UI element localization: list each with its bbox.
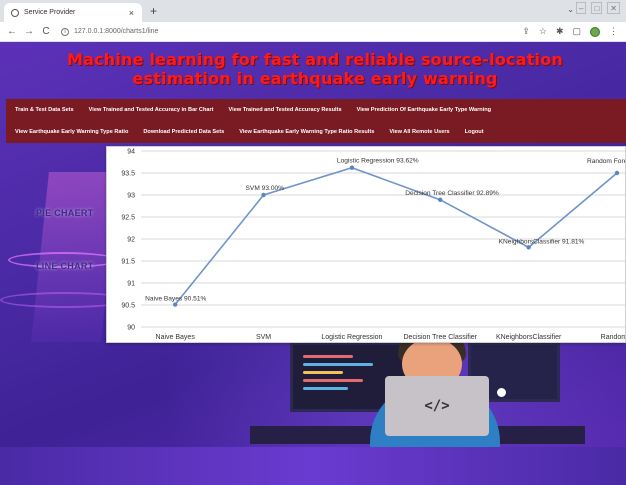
- page-body: Machine learning for fast and reliable s…: [0, 42, 626, 485]
- y-tick-label: 91.5: [121, 259, 135, 266]
- menu-accuracy-results[interactable]: View Trained and Tested Accuracy Results: [229, 107, 342, 113]
- laptop-illustration: </>: [385, 376, 489, 436]
- menu-train-test[interactable]: Train & Test Data Sets: [15, 107, 74, 113]
- menu-row: View Earthquake Early Warning Type Ratio…: [6, 121, 490, 143]
- globe-icon: [11, 8, 19, 17]
- data-label: Logistic Regression 93.62%: [337, 158, 419, 165]
- code-line: [303, 363, 373, 366]
- url-field[interactable]: i 127.0.0.1:8000/charts1/line: [61, 27, 159, 36]
- maximize-icon[interactable]: □: [591, 2, 603, 14]
- data-point: [172, 302, 178, 307]
- menu-prediction[interactable]: View Prediction Of Earthquake Early Type…: [357, 107, 492, 113]
- pie-chart-link[interactable]: PIE CHAERT: [36, 208, 94, 218]
- x-tick-label: KNeighborsClassifier: [496, 334, 562, 341]
- y-tick-label: 90: [127, 325, 135, 332]
- y-tick-label: 90.5: [121, 303, 135, 310]
- line-chart-link[interactable]: LINE CHART: [36, 261, 94, 271]
- y-tick-label: 91: [127, 281, 135, 288]
- code-line: [303, 387, 348, 390]
- data-point: [438, 197, 443, 203]
- page-title: Machine learning for fast and reliable s…: [66, 50, 564, 88]
- menu-icon[interactable]: ⋮: [609, 26, 618, 37]
- share-icon[interactable]: ⇪: [522, 26, 530, 37]
- close-tab-icon[interactable]: ×: [129, 8, 134, 18]
- menu-type-ratio-results[interactable]: View Earthquake Early Warning Type Ratio…: [239, 129, 374, 135]
- y-tick-label: 92: [127, 237, 135, 244]
- profile-icon[interactable]: [590, 26, 600, 37]
- sidepanel-icon[interactable]: ▢: [572, 26, 581, 37]
- data-point: [349, 165, 355, 170]
- x-tick-label: Naive Bayes: [156, 334, 196, 341]
- reload-icon[interactable]: C: [41, 26, 51, 37]
- menu-download[interactable]: Download Predicted Data Sets: [143, 129, 224, 135]
- menu-accuracy-bar-chart[interactable]: View Trained and Tested Accuracy in Bar …: [89, 107, 214, 113]
- x-tick-label: Random F: [601, 334, 626, 341]
- browser-tabbar: Service Provider × + ⌄ – □ ✕: [0, 0, 626, 22]
- y-tick-label: 93: [127, 193, 135, 200]
- window-controls: – □ ✕: [576, 2, 620, 14]
- back-icon[interactable]: ←: [7, 26, 17, 37]
- extensions-icon[interactable]: ✱: [556, 26, 564, 37]
- browser-tab[interactable]: Service Provider ×: [4, 3, 142, 22]
- address-bar: ← → C i 127.0.0.1:8000/charts1/line ⇪ ☆ …: [0, 22, 626, 42]
- close-window-icon[interactable]: ✕: [607, 2, 620, 14]
- y-tick-label: 93.5: [121, 171, 135, 178]
- chart-svg: 90 90.5 91 91.5 92 92.5 93 93.5 94 Naive Bayes SVM…: [121, 149, 626, 341]
- y-tick-label: 94: [127, 149, 135, 156]
- code-line: [303, 379, 363, 382]
- code-line: [303, 355, 353, 358]
- y-tick-label: 92.5: [121, 215, 135, 222]
- data-label: SVM 93.00%: [246, 185, 285, 192]
- code-line: [303, 371, 343, 374]
- star-icon[interactable]: ☆: [539, 26, 547, 37]
- menu-row: Train & Test Data Sets View Trained and …: [6, 99, 497, 121]
- x-tick-label: Decision Tree Classifier: [404, 334, 478, 341]
- top-menu: Train & Test Data Sets View Trained and …: [6, 99, 626, 143]
- data-point: [526, 245, 531, 250]
- tab-title: Service Provider: [24, 9, 76, 16]
- menu-remote-users[interactable]: View All Remote Users: [389, 129, 449, 135]
- browser-actions: ⇪ ☆ ✱ ▢ ⋮: [522, 26, 618, 37]
- minimize-icon[interactable]: –: [576, 2, 587, 14]
- series-line: [174, 166, 618, 306]
- menu-type-ratio[interactable]: View Earthquake Early Warning Type Ratio: [15, 129, 128, 135]
- data-label: Naive Bayes 90.51%: [145, 296, 206, 303]
- data-label: Random Fore: [587, 158, 626, 165]
- forward-icon[interactable]: →: [24, 26, 34, 37]
- x-tick-label: SVM: [256, 334, 271, 341]
- line-chart: 90 90.5 91 91.5 92 92.5 93 93.5 94 Naive Bayes SVM…: [106, 146, 626, 343]
- data-label: KNeighborsClassifier 91.81%: [499, 238, 585, 245]
- data-point: [614, 170, 620, 176]
- data-label: Decision Tree Classifier 92.89%: [405, 190, 499, 197]
- info-icon[interactable]: i: [61, 27, 69, 36]
- chevron-down-icon[interactable]: ⌄: [567, 5, 574, 14]
- decorative-dot: [497, 388, 506, 397]
- menu-logout[interactable]: Logout: [465, 129, 484, 135]
- bottom-band: [0, 447, 626, 485]
- data-point: [261, 192, 266, 198]
- new-tab-button[interactable]: +: [150, 4, 157, 18]
- url-text: 127.0.0.1:8000/charts1/line: [74, 28, 159, 35]
- x-tick-label: Logistic Regression: [321, 334, 382, 341]
